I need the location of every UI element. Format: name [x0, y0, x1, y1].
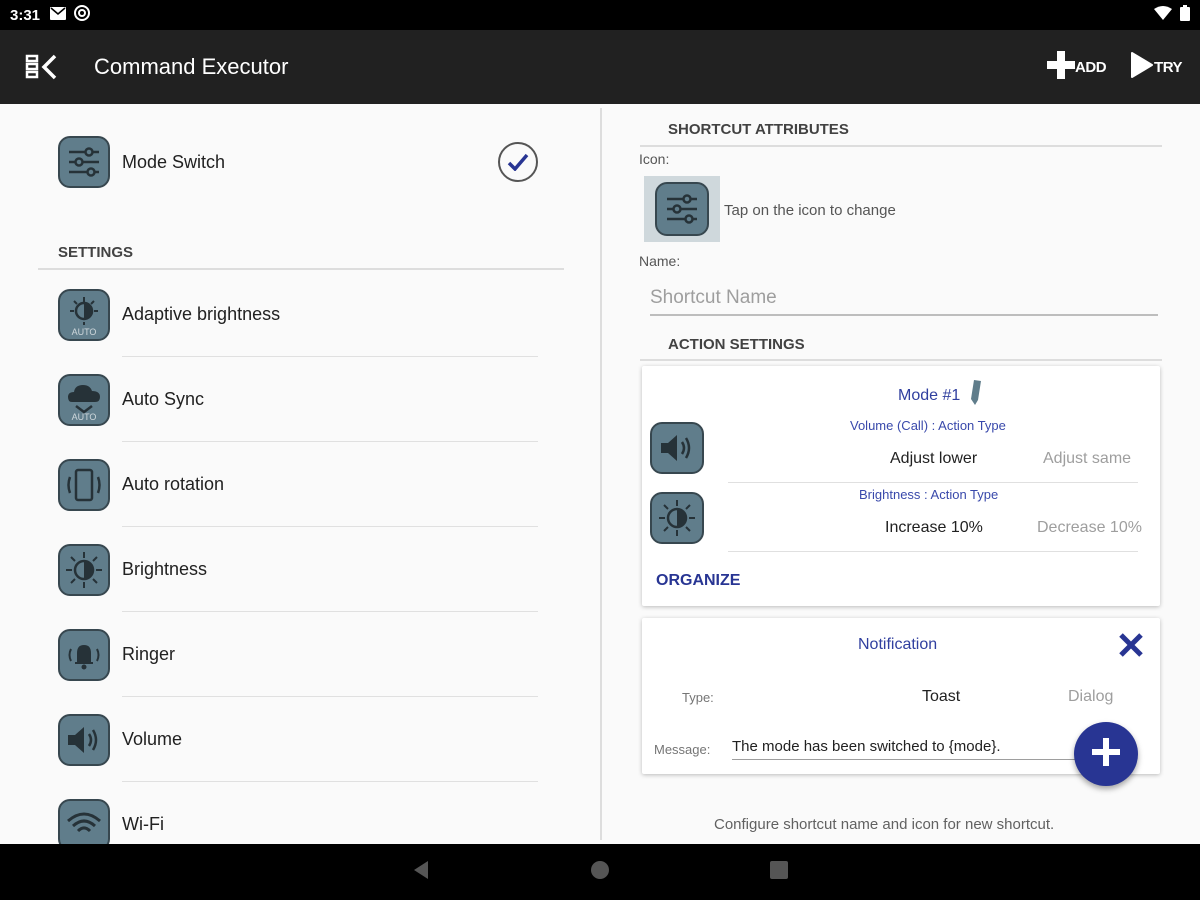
brightness-option-selected[interactable]: Increase 10%	[885, 519, 983, 537]
volume-icon	[650, 422, 704, 474]
name-label: Name:	[639, 253, 681, 269]
volume-action-type: Volume (Call) : Action Type	[850, 418, 1006, 433]
setting-label-auto-sync: Auto Sync	[122, 389, 205, 409]
setting-item-brightness[interactable]: Brightness	[58, 527, 538, 612]
wifi-icon	[58, 798, 110, 844]
brightness-option-other[interactable]: Decrease 10%	[1037, 519, 1142, 537]
at-icon	[74, 5, 91, 25]
footer-hint: Configure shortcut name and icon for new…	[714, 816, 1055, 833]
setting-label-ringer: Ringer	[122, 644, 176, 664]
setting-label-wifi: Wi-Fi	[122, 814, 164, 834]
setting-label-volume: Volume	[122, 729, 183, 749]
plus-icon	[1047, 51, 1076, 83]
setting-item-auto-sync[interactable]: AUTO Auto Sync	[58, 357, 538, 442]
status-time: 3:31	[10, 6, 41, 24]
wifi-icon	[1154, 6, 1172, 24]
home-nav-icon[interactable]	[590, 860, 610, 885]
content-area: Mode Switch SETTINGS AUTO Adaptive brigh…	[0, 104, 1200, 844]
organize-button[interactable]: ORGANIZE	[656, 572, 740, 590]
system-nav-bar	[0, 844, 1200, 900]
notification-title: Notification	[858, 636, 938, 653]
icon-change-hint: Tap on the icon to change	[724, 202, 896, 219]
mail-icon	[50, 6, 67, 24]
notification-type-label: Type:	[682, 690, 714, 705]
brightness-icon	[58, 543, 110, 596]
mode-switch-label: Mode Switch	[122, 151, 226, 172]
shortcut-icon-picker[interactable]	[644, 176, 720, 242]
volume-icon	[58, 713, 110, 766]
left-pane: Mode Switch SETTINGS AUTO Adaptive brigh…	[0, 104, 600, 844]
brightness-action-type: Brightness : Action Type	[859, 487, 999, 502]
auto-rotation-icon	[58, 458, 110, 511]
back-nav-icon[interactable]	[412, 860, 430, 885]
drawer-back-icon[interactable]	[22, 47, 62, 87]
settings-divider	[38, 268, 564, 270]
setting-label-brightness: Brightness	[122, 559, 208, 579]
mode-card: Mode #1 Volume (Call) : Action Type Adju…	[642, 366, 1160, 606]
volume-option-other[interactable]: Adjust same	[1043, 450, 1131, 468]
setting-item-auto-rotation[interactable]: Auto rotation	[58, 442, 538, 527]
add-label: ADD	[1075, 58, 1107, 76]
ringer-icon	[58, 628, 110, 681]
auto-sync-icon: AUTO	[58, 373, 110, 426]
recents-nav-icon[interactable]	[770, 860, 788, 884]
right-pane: SHORTCUT ATTRIBUTES Icon: Tap on the ico…	[602, 104, 1200, 844]
mode-switch-icon	[58, 136, 110, 188]
app-bar: Command Executor ADD TRY	[0, 30, 1200, 104]
auto-badge: AUTO	[71, 411, 97, 422]
icon-label: Icon:	[639, 151, 670, 167]
mode-title-label: Mode #1	[898, 386, 961, 404]
edit-pencil-icon[interactable]	[970, 380, 982, 411]
check-circle-icon[interactable]	[498, 142, 538, 182]
type-option-toast[interactable]: Toast	[922, 688, 960, 706]
action-settings-divider	[640, 359, 1162, 361]
shortcut-name-input[interactable]	[650, 284, 1158, 316]
plus-icon	[1092, 737, 1120, 771]
adaptive-brightness-icon: AUTO	[58, 288, 110, 341]
shortcut-attributes-header: SHORTCUT ATTRIBUTES	[668, 121, 849, 138]
volume-option-selected[interactable]: Adjust lower	[890, 450, 977, 468]
setting-label-adaptive-brightness: Adaptive brightness	[122, 304, 281, 324]
add-button[interactable]: ADD	[1047, 51, 1107, 83]
mode-title[interactable]: Mode #1	[898, 380, 982, 411]
notification-message-label: Message:	[654, 742, 711, 757]
setting-item-adaptive-brightness[interactable]: AUTO Adaptive brightness	[58, 272, 538, 357]
play-icon	[1130, 51, 1154, 83]
close-icon[interactable]	[1118, 632, 1144, 663]
app-title: Command Executor	[94, 54, 289, 79]
shortcut-attributes-divider	[640, 145, 1162, 147]
brightness-icon	[650, 492, 704, 544]
setting-label-auto-rotation: Auto rotation	[122, 474, 225, 494]
notification-message-input[interactable]: The mode has been switched to {mode}.	[732, 738, 1132, 760]
action-settings-header: ACTION SETTINGS	[668, 336, 805, 353]
setting-item-volume[interactable]: Volume	[58, 697, 538, 782]
mode-switch-icon	[655, 182, 709, 236]
mode-switch-row[interactable]: Mode Switch	[58, 136, 538, 188]
auto-badge: AUTO	[71, 326, 97, 337]
setting-item-wifi[interactable]: Wi-Fi	[58, 782, 538, 844]
try-button[interactable]: TRY	[1130, 51, 1182, 83]
status-bar: 3:31	[0, 0, 1200, 30]
settings-header: SETTINGS	[58, 244, 134, 261]
add-action-fab[interactable]	[1074, 722, 1138, 786]
type-option-dialog[interactable]: Dialog	[1068, 688, 1113, 706]
battery-icon	[1180, 5, 1190, 25]
setting-item-ringer[interactable]: Ringer	[58, 612, 538, 697]
try-label: TRY	[1154, 58, 1182, 76]
